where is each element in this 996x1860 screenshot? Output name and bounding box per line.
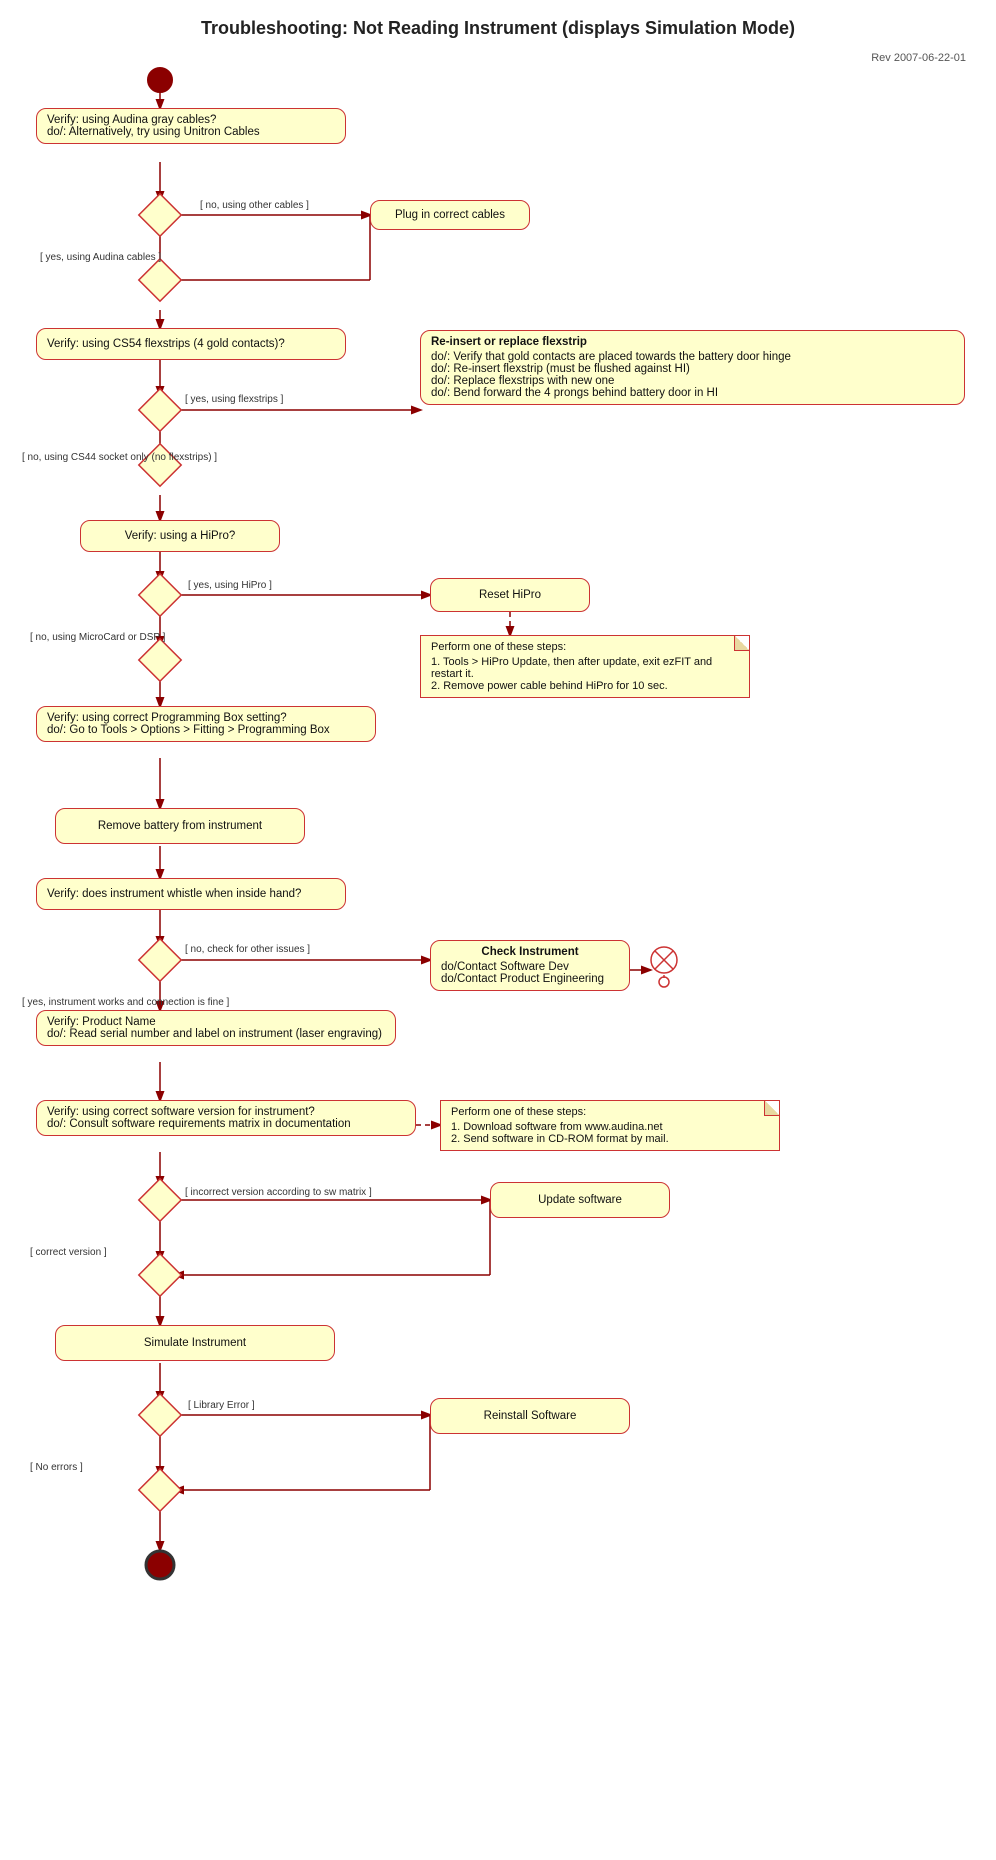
svg-text:[ incorrect version according: [ incorrect version according to sw matr… [185, 1187, 372, 1198]
verify-product-box: Verify: Product Name do/: Read serial nu… [36, 1010, 396, 1046]
check-instrument-box: Check Instrument do/Contact Software Dev… [430, 940, 630, 991]
verify-cables-line2: do/: Alternatively, try using Unitron Ca… [47, 126, 335, 138]
verify-progbox-line2: do/: Go to Tools > Options > Fitting > P… [47, 724, 365, 736]
simulate-instrument-label: Simulate Instrument [144, 1337, 246, 1349]
hipro-steps-title: Perform one of these steps: [431, 641, 739, 653]
svg-text:[ yes, using Audina cables ]: [ yes, using Audina cables ] [40, 252, 161, 263]
rev-label: Rev 2007-06-22-01 [871, 52, 966, 64]
svg-text:[ yes, using HiPro ]: [ yes, using HiPro ] [188, 580, 272, 591]
update-software-label: Update software [538, 1194, 622, 1206]
verify-sw-version-box: Verify: using correct software version f… [36, 1100, 416, 1136]
svg-text:[ no, using CS44 socket only: [ no, using CS44 socket only (no flexstr… [22, 452, 217, 463]
verify-progbox-line1: Verify: using correct Programming Box se… [47, 712, 365, 724]
reset-hipro-label: Reset HiPro [479, 589, 541, 601]
hipro-steps-line1: 1. Tools > HiPro Update, then after upda… [431, 656, 739, 680]
reinsert-title: Re-insert or replace flexstrip [431, 336, 954, 348]
hipro-steps-box: Perform one of these steps: 1. Tools > H… [420, 635, 750, 698]
verify-whistle-box: Verify: does instrument whistle when ins… [36, 878, 346, 910]
check-instrument-line1: do/Contact Software Dev [441, 961, 619, 973]
svg-text:[ no, using MicroCard or DSP ]: [ no, using MicroCard or DSP ] [30, 632, 166, 643]
hipro-steps-line2: 2. Remove power cable behind HiPro for 1… [431, 680, 739, 692]
verify-hipro-box: Verify: using a HiPro? [80, 520, 280, 552]
svg-text:[ yes, using flexstrips ]: [ yes, using flexstrips ] [185, 394, 284, 405]
check-instrument-line2: do/Contact Product Engineering [441, 973, 619, 985]
svg-text:[ no, using other cables ]: [ no, using other cables ] [200, 200, 309, 211]
verify-product-line2: do/: Read serial number and label on ins… [47, 1028, 385, 1040]
check-instrument-title: Check Instrument [441, 946, 619, 958]
sw-steps-line1: 1. Download software from www.audina.net [451, 1121, 769, 1133]
svg-text:[ yes, instrument works and co: [ yes, instrument works and connection i… [22, 997, 230, 1008]
verify-flexstrips-label: Verify: using CS54 flexstrips (4 gold co… [47, 338, 285, 350]
reset-hipro-box: Reset HiPro [430, 578, 590, 612]
svg-text:[ no, check for other issues ]: [ no, check for other issues ] [185, 944, 310, 955]
verify-cables-box: Verify: using Audina gray cables? do/: A… [36, 108, 346, 144]
page-container: Troubleshooting: Not Reading Instrument … [0, 0, 996, 1860]
reinsert-line1: do/: Verify that gold contacts are place… [431, 351, 954, 363]
reinsert-line2: do/: Re-insert flexstrip (must be flushe… [431, 363, 954, 375]
sw-steps-box: Perform one of these steps: 1. Download … [440, 1100, 780, 1151]
simulate-instrument-box: Simulate Instrument [55, 1325, 335, 1361]
verify-hipro-label: Verify: using a HiPro? [125, 530, 236, 542]
verify-progbox-box: Verify: using correct Programming Box se… [36, 706, 376, 742]
sw-steps-title: Perform one of these steps: [451, 1106, 769, 1118]
page-title: Troubleshooting: Not Reading Instrument … [0, 0, 996, 43]
verify-flexstrips-box: Verify: using CS54 flexstrips (4 gold co… [36, 328, 346, 360]
reinstall-software-label: Reinstall Software [484, 1410, 577, 1422]
plug-cables-box: Plug in correct cables [370, 200, 530, 230]
reinsert-line3: do/: Replace flexstrips with new one [431, 375, 954, 387]
svg-text:[ correct version ]: [ correct version ] [30, 1247, 107, 1258]
svg-text:[ No errors ]: [ No errors ] [30, 1462, 83, 1473]
remove-battery-label: Remove battery from instrument [98, 820, 262, 832]
svg-text:[ Library Error ]: [ Library Error ] [188, 1400, 255, 1411]
verify-whistle-label: Verify: does instrument whistle when ins… [47, 888, 301, 900]
verify-cables-line1: Verify: using Audina gray cables? [47, 114, 335, 126]
verify-sw-version-line2: do/: Consult software requirements matri… [47, 1118, 405, 1130]
update-software-box: Update software [490, 1182, 670, 1218]
plug-cables-label: Plug in correct cables [395, 209, 505, 221]
reinsert-line4: do/: Bend forward the 4 prongs behind ba… [431, 387, 954, 399]
reinstall-software-box: Reinstall Software [430, 1398, 630, 1434]
verify-product-line1: Verify: Product Name [47, 1016, 385, 1028]
reinsert-flexstrip-box: Re-insert or replace flexstrip do/: Veri… [420, 330, 965, 405]
sw-steps-line2: 2. Send software in CD-ROM format by mai… [451, 1133, 769, 1145]
remove-battery-box: Remove battery from instrument [55, 808, 305, 844]
verify-sw-version-line1: Verify: using correct software version f… [47, 1106, 405, 1118]
